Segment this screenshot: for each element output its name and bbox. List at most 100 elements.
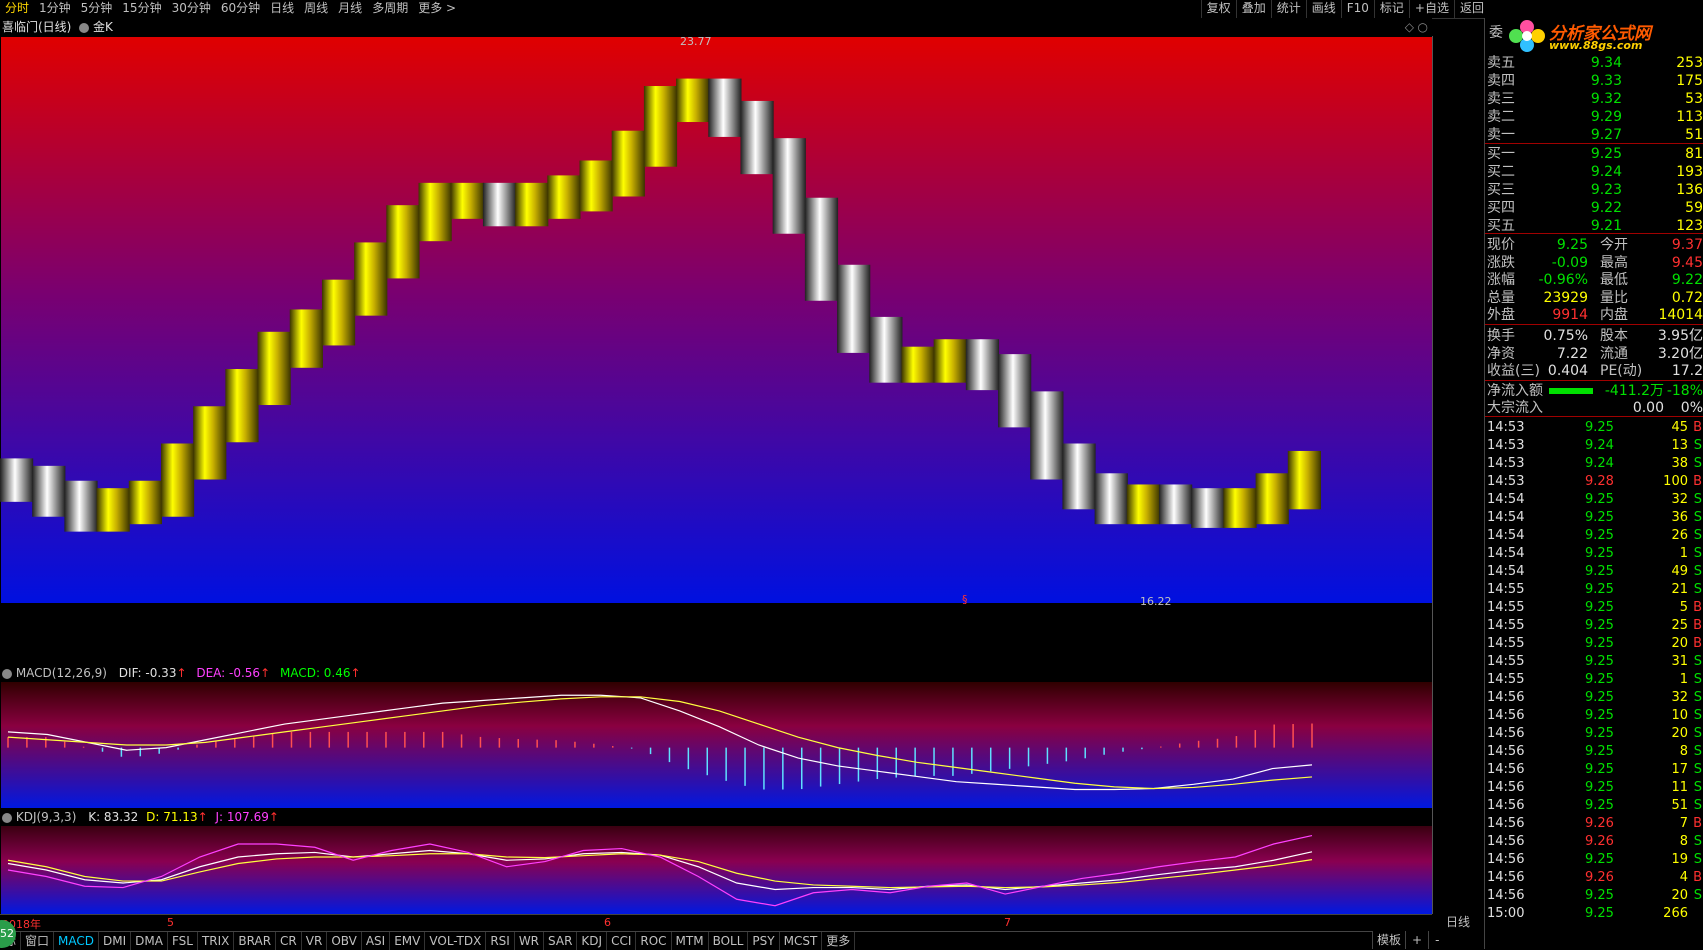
kdj-name[interactable]: KDJ(9,3,3) bbox=[16, 810, 77, 824]
period-tab[interactable]: 15分钟 bbox=[117, 0, 166, 18]
tick-row[interactable]: 14:53 9.28 100 B bbox=[1487, 473, 1703, 491]
tick-row[interactable]: 14:56 9.25 32 S bbox=[1487, 689, 1703, 707]
tool-button[interactable]: 画线 bbox=[1305, 0, 1341, 18]
indicator-tab[interactable]: OBV bbox=[327, 932, 362, 950]
tick-row[interactable]: 14:55 9.25 31 S bbox=[1487, 653, 1703, 671]
tick-row[interactable]: 14:56 9.25 20 S bbox=[1487, 887, 1703, 905]
period-tab[interactable]: 更多 > bbox=[413, 0, 461, 18]
period-tab[interactable]: 月线 bbox=[333, 0, 367, 18]
tick-row[interactable]: 14:56 9.25 8 S bbox=[1487, 743, 1703, 761]
indicator-tab[interactable]: KDJ bbox=[577, 932, 608, 950]
period-tab[interactable]: 分时 bbox=[0, 0, 34, 18]
template-button[interactable]: 模板 bbox=[1372, 931, 1405, 949]
indicator-tab[interactable]: DMA bbox=[131, 932, 168, 950]
tick-row[interactable]: 14:55 9.25 25 B bbox=[1487, 617, 1703, 635]
kdj-toggle-icon[interactable] bbox=[2, 812, 12, 823]
indicator-tab[interactable]: DMI bbox=[99, 932, 132, 950]
tick-row[interactable]: 14:56 9.25 10 S bbox=[1487, 707, 1703, 725]
zoom-in-button[interactable]: + bbox=[1405, 931, 1428, 949]
tick-row[interactable]: 14:54 9.25 26 S bbox=[1487, 527, 1703, 545]
indicator-tab[interactable]: WR bbox=[515, 932, 545, 950]
indicator-toggle-icon[interactable] bbox=[79, 22, 90, 33]
tick-time: 14:54 bbox=[1487, 528, 1525, 543]
tick-row[interactable]: 14:54 9.25 36 S bbox=[1487, 509, 1703, 527]
kdj-chart[interactable]: 100.0080.0050.0020.000.00 bbox=[0, 826, 1432, 914]
period-indicator[interactable]: 日线 bbox=[1432, 914, 1484, 931]
price-bar bbox=[1126, 484, 1161, 525]
macd-toggle-icon[interactable] bbox=[2, 668, 12, 679]
indicator-tab[interactable]: ROC bbox=[636, 932, 672, 950]
tool-button[interactable]: +自选 bbox=[1408, 0, 1454, 18]
tool-button[interactable]: F10 bbox=[1340, 0, 1374, 18]
tick-row[interactable]: 14:53 9.24 38 S bbox=[1487, 455, 1703, 473]
indicator-tab[interactable]: CR bbox=[276, 932, 302, 950]
tick-volume: 100 bbox=[1663, 474, 1688, 489]
indicator-tab[interactable]: MTM bbox=[672, 932, 709, 950]
tool-button[interactable]: 统计 bbox=[1270, 0, 1306, 18]
indicator-tab[interactable]: TRIX bbox=[198, 932, 235, 950]
period-tab[interactable]: 5分钟 bbox=[76, 0, 118, 18]
period-tab[interactable]: 1分钟 bbox=[34, 0, 76, 18]
tick-row[interactable]: 15:00 9.25 266 bbox=[1487, 905, 1703, 923]
indicator-tab[interactable]: FSL bbox=[168, 932, 198, 950]
zoom-out-button[interactable]: - bbox=[1428, 931, 1445, 949]
indicator-tab[interactable]: MACD bbox=[54, 932, 100, 950]
indicator-tab[interactable]: 窗口 bbox=[21, 932, 55, 950]
tick-row[interactable]: 14:55 9.25 5 B bbox=[1487, 599, 1703, 617]
tick-row[interactable]: 14:56 9.25 20 S bbox=[1487, 725, 1703, 743]
tick-row[interactable]: 14:56 9.25 51 S bbox=[1487, 797, 1703, 815]
tool-button[interactable]: 标记 bbox=[1373, 0, 1409, 18]
tick-row[interactable]: 14:56 9.25 11 S bbox=[1487, 779, 1703, 797]
tick-row[interactable]: 14:55 9.25 21 S bbox=[1487, 581, 1703, 599]
tick-row[interactable]: 14:56 9.25 17 S bbox=[1487, 761, 1703, 779]
close-pane-icon[interactable]: ○ bbox=[1418, 18, 1428, 36]
indicator-tab[interactable]: MCST bbox=[780, 932, 823, 950]
period-tab[interactable]: 日线 bbox=[265, 0, 299, 18]
tick-row[interactable]: 14:56 9.25 19 S bbox=[1487, 851, 1703, 869]
period-tab[interactable]: 60分钟 bbox=[216, 0, 265, 18]
indicator-tab[interactable]: PSY bbox=[748, 932, 780, 950]
tick-volume: 1 bbox=[1679, 672, 1688, 687]
period-tab[interactable]: 周线 bbox=[299, 0, 333, 18]
indicator-tab[interactable]: EMV bbox=[390, 932, 426, 950]
tick-row[interactable]: 14:53 9.24 13 S bbox=[1487, 437, 1703, 455]
tick-row[interactable]: 14:53 9.25 45 B bbox=[1487, 419, 1703, 437]
stat-value: 9914 bbox=[1552, 307, 1588, 323]
tool-button[interactable]: 复权 bbox=[1200, 0, 1236, 18]
tool-button[interactable]: 叠加 bbox=[1235, 0, 1271, 18]
tick-row[interactable]: 14:56 9.26 8 S bbox=[1487, 833, 1703, 851]
tick-price: 9.25 bbox=[1585, 780, 1614, 795]
indicator-tab[interactable]: CCI bbox=[607, 932, 637, 950]
tick-row[interactable]: 14:55 9.25 20 B bbox=[1487, 635, 1703, 653]
stat-label: 外盘 bbox=[1487, 307, 1515, 323]
price-chart[interactable]: 23.5023.0022.5022.0021.5021.0020.5020.00… bbox=[0, 36, 1432, 612]
macd-chart[interactable]: 1.000.500.00-0.50 bbox=[0, 682, 1432, 808]
tick-row[interactable]: 14:54 9.25 1 S bbox=[1487, 545, 1703, 563]
tick-row[interactable]: 14:56 9.26 4 B bbox=[1487, 869, 1703, 887]
indicator-tab[interactable]: ASI bbox=[362, 932, 391, 950]
indicator-tab[interactable]: BOLL bbox=[709, 932, 749, 950]
tick-row[interactable]: 14:54 9.25 32 S bbox=[1487, 491, 1703, 509]
indicator-tab[interactable]: RSI bbox=[486, 932, 515, 950]
axis-gutter bbox=[1432, 36, 1485, 914]
tick-row[interactable]: 14:54 9.25 49 S bbox=[1487, 563, 1703, 581]
indicator-tab[interactable]: BRAR bbox=[234, 932, 277, 950]
quote-volume: 193 bbox=[1676, 164, 1703, 180]
tick-row[interactable]: 14:56 9.26 7 B bbox=[1487, 815, 1703, 833]
indicator-tab[interactable]: VR bbox=[302, 932, 328, 950]
stat-value: 0.75% bbox=[1543, 328, 1588, 344]
indicator-name[interactable]: 金K bbox=[93, 20, 113, 34]
stat-label: 换手 bbox=[1487, 328, 1515, 344]
tick-price: 9.25 bbox=[1585, 420, 1614, 435]
indicator-tab[interactable]: VOL-TDX bbox=[425, 932, 487, 950]
tick-row[interactable]: 14:55 9.25 1 S bbox=[1487, 671, 1703, 689]
indicator-tab[interactable]: SAR bbox=[544, 932, 578, 950]
restore-icon[interactable]: ◇ bbox=[1405, 18, 1414, 36]
tool-button[interactable]: 返回 bbox=[1453, 0, 1489, 18]
period-tab[interactable]: 30分钟 bbox=[167, 0, 216, 18]
bottom-right-controls: 模板 + - bbox=[1372, 931, 1446, 949]
period-tab[interactable]: 多周期 bbox=[367, 0, 413, 18]
tick-volume: 31 bbox=[1671, 654, 1688, 669]
indicator-tab[interactable]: 更多 bbox=[822, 932, 856, 950]
macd-name[interactable]: MACD(12,26,9) bbox=[16, 666, 107, 680]
